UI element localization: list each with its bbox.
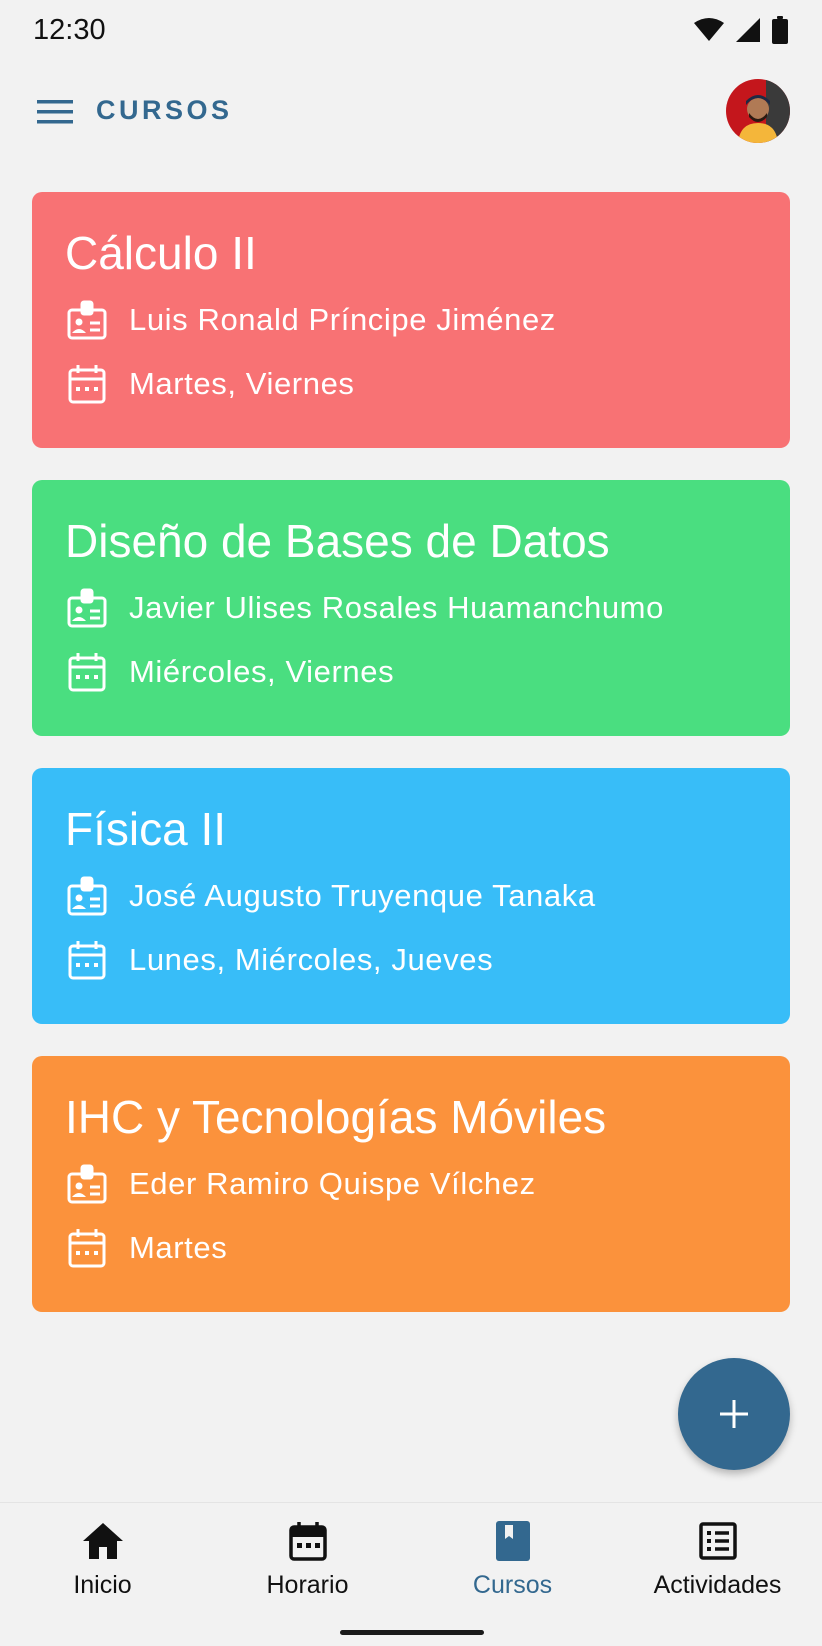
course-teacher-row: Javier Ulises Rosales Huamanchumo: [65, 586, 790, 630]
nav-label: Horario: [266, 1571, 349, 1599]
home-indicator[interactable]: [340, 1630, 484, 1635]
hamburger-menu-icon: [37, 100, 73, 124]
course-teacher: Javier Ulises Rosales Huamanchumo: [129, 590, 664, 625]
course-card[interactable]: Física II José Augusto Truyenque Tanaka: [32, 768, 790, 1024]
nav-label: Inicio: [73, 1571, 132, 1599]
nav-item-horario[interactable]: Horario: [205, 1519, 410, 1600]
course-teacher: Eder Ramiro Quispe Vílchez: [129, 1166, 536, 1201]
teacher-badge-icon: [65, 1162, 109, 1206]
courses-screen: 12:30 CURSOS Cálculo II Luis Ronald Prín…: [0, 0, 822, 1646]
nav-item-inicio[interactable]: Inicio: [0, 1519, 205, 1600]
wifi-icon: [694, 18, 724, 41]
course-days-row: Martes: [65, 1226, 790, 1270]
course-card[interactable]: Diseño de Bases de Datos Javier Ulises R…: [32, 480, 790, 736]
menu-button[interactable]: [30, 90, 80, 134]
calendar-icon: [65, 938, 109, 982]
course-card[interactable]: IHC y Tecnologías Móviles Eder Ramiro Qu…: [32, 1056, 790, 1312]
course-title: Cálculo II: [65, 227, 257, 279]
teacher-badge-icon: [65, 874, 109, 918]
teacher-badge-icon: [65, 586, 109, 630]
app-bar: CURSOS: [0, 72, 822, 152]
page-title: CURSOS: [96, 95, 233, 125]
course-days: Lunes, Miércoles, Jueves: [129, 942, 494, 977]
course-title: Física II: [65, 803, 227, 855]
course-days: Miércoles, Viernes: [129, 654, 395, 689]
course-list: Cálculo II Luis Ronald Príncipe Jiménez: [32, 192, 790, 1344]
teacher-badge-icon: [65, 298, 109, 342]
nav-label: Actividades: [653, 1571, 782, 1599]
course-teacher: Luis Ronald Príncipe Jiménez: [129, 302, 556, 337]
course-title: IHC y Tecnologías Móviles: [65, 1091, 607, 1143]
course-teacher-row: José Augusto Truyenque Tanaka: [65, 874, 790, 918]
home-icon: [81, 1519, 125, 1563]
course-teacher-row: Eder Ramiro Quispe Vílchez: [65, 1162, 790, 1206]
add-course-button[interactable]: [678, 1358, 790, 1470]
bottom-navigation: Inicio Horario Cursos Actividades: [0, 1502, 822, 1646]
course-teacher: José Augusto Truyenque Tanaka: [129, 878, 596, 913]
user-avatar[interactable]: [726, 79, 790, 143]
status-bar: 12:30: [0, 0, 822, 64]
nav-label: Cursos: [472, 1571, 553, 1599]
course-days-row: Miércoles, Viernes: [65, 650, 790, 694]
plus-icon: [720, 1400, 748, 1428]
list-icon: [696, 1519, 740, 1563]
course-card[interactable]: Cálculo II Luis Ronald Príncipe Jiménez: [32, 192, 790, 448]
calendar-icon: [65, 1226, 109, 1270]
book-icon: [491, 1519, 535, 1563]
battery-icon: [772, 16, 788, 44]
course-title: Diseño de Bases de Datos: [65, 515, 610, 567]
nav-item-actividades[interactable]: Actividades: [615, 1519, 820, 1600]
course-teacher-row: Luis Ronald Príncipe Jiménez: [65, 298, 790, 342]
calendar-icon: [65, 650, 109, 694]
nav-item-cursos[interactable]: Cursos: [410, 1519, 615, 1600]
calendar-icon: [286, 1519, 330, 1563]
course-days-row: Lunes, Miércoles, Jueves: [65, 938, 790, 982]
course-days-row: Martes, Viernes: [65, 362, 790, 406]
status-time: 12:30: [33, 14, 106, 46]
calendar-icon: [65, 362, 109, 406]
cell-signal-icon: [736, 18, 760, 42]
course-days: Martes: [129, 1230, 228, 1265]
course-days: Martes, Viernes: [129, 366, 355, 401]
avatar-image: [726, 79, 790, 143]
status-icons: [694, 16, 788, 44]
